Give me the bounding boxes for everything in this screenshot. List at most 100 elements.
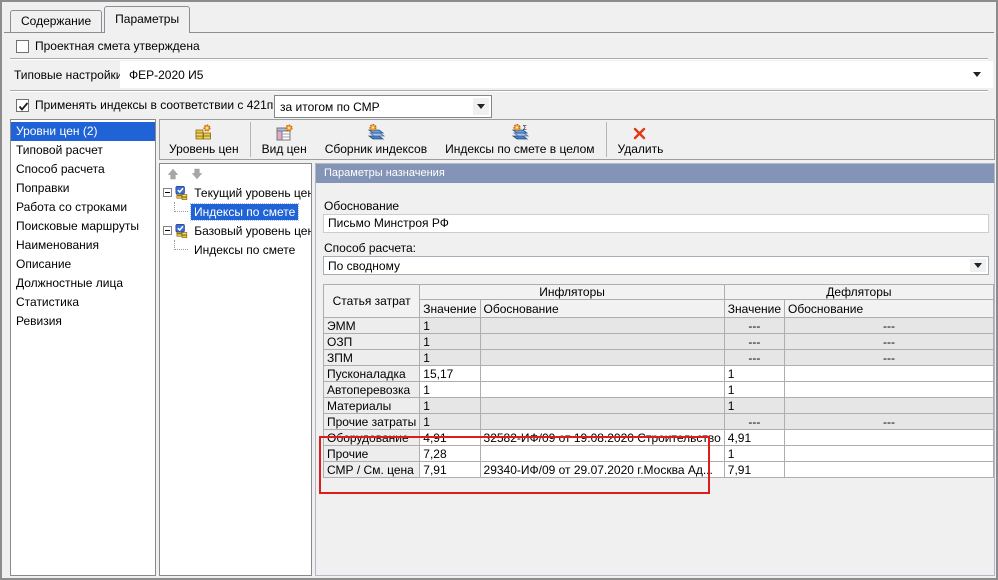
row-value-cell: --- bbox=[785, 350, 994, 366]
row-value-cell bbox=[480, 334, 724, 350]
panel-header: Параметры назначения bbox=[316, 164, 994, 183]
row-value-cell[interactable]: 7,91 bbox=[420, 462, 480, 478]
row-value-cell[interactable]: 7,28 bbox=[420, 446, 480, 462]
toolbar-button-label: Уровень цен bbox=[169, 143, 239, 156]
table-row: ЗПМ1------ bbox=[324, 350, 994, 366]
justification-input[interactable]: Письмо Минстроя РФ bbox=[323, 214, 989, 233]
toolbar-button-label: Сборник индексов bbox=[325, 143, 427, 156]
sidebar-item[interactable]: Поисковые маршруты bbox=[11, 217, 155, 236]
tree-child[interactable]: Индексы по смете bbox=[160, 202, 311, 221]
row-value-cell: --- bbox=[785, 318, 994, 334]
col-group-deflators: Дефляторы bbox=[724, 285, 993, 300]
row-value-cell[interactable] bbox=[480, 382, 724, 398]
row-value-cell[interactable]: 29340-ИФ/09 от 29.07.2020 г.Москва Ад... bbox=[480, 462, 724, 478]
move-up-icon[interactable] bbox=[166, 167, 180, 181]
tree-child-label-selected[interactable]: Индексы по смете bbox=[191, 204, 298, 220]
tree-child[interactable]: Индексы по смете bbox=[160, 240, 311, 259]
row-item-cell: Прочие bbox=[324, 446, 420, 462]
tab-parameters[interactable]: Параметры bbox=[104, 6, 190, 33]
apply-mode-combo[interactable]: за итогом по СМР bbox=[274, 95, 492, 118]
approved-checkbox-label: Проектная смета утверждена bbox=[35, 39, 200, 53]
move-down-icon[interactable] bbox=[190, 167, 204, 181]
toolbar-button-index-total[interactable]: Σ Индексы по смете в целом bbox=[436, 120, 603, 159]
apply-indexes-label: Применять индексы в соответствии с 421пр bbox=[35, 98, 280, 112]
toolbar-button-delete[interactable]: Удалить bbox=[609, 120, 673, 159]
collapse-icon[interactable] bbox=[163, 226, 172, 235]
price-levels-tree: Текущий уровень цен Индексы по смете Баз… bbox=[159, 163, 312, 576]
cost-table-body: ЭММ1------ОЗП1------ЗПМ1------Пусконалад… bbox=[324, 318, 994, 478]
toolbar-separator bbox=[606, 122, 607, 157]
row-value-cell[interactable] bbox=[785, 382, 994, 398]
row-value-cell[interactable]: 32582-ИФ/09 от 19.08.2020 Строительство bbox=[480, 430, 724, 446]
sidebar-item[interactable]: Поправки bbox=[11, 179, 155, 198]
table-row: Автоперевозка11 bbox=[324, 382, 994, 398]
row-value-cell: --- bbox=[724, 414, 784, 430]
col-header-infl-justification: Обоснование bbox=[480, 300, 724, 318]
price-level-icon bbox=[194, 124, 213, 142]
row-value-cell[interactable] bbox=[785, 430, 994, 446]
sidebar-item[interactable]: Ревизия bbox=[11, 312, 155, 331]
calc-method-combo[interactable]: По сводному bbox=[323, 256, 989, 275]
tree-node[interactable]: Текущий уровень цен bbox=[160, 183, 311, 202]
toolbar-button-price-view[interactable]: Вид цен bbox=[253, 120, 316, 159]
chevron-down-icon[interactable] bbox=[973, 72, 981, 77]
row-value-cell: --- bbox=[724, 334, 784, 350]
row-item-cell: Оборудование bbox=[324, 430, 420, 446]
approved-checkbox[interactable] bbox=[16, 40, 29, 53]
price-view-icon bbox=[275, 124, 294, 142]
separator bbox=[10, 90, 988, 92]
tree-child-label[interactable]: Индексы по смете bbox=[191, 242, 298, 258]
price-level-node-icon bbox=[174, 223, 188, 239]
sidebar-item[interactable]: Должностные лица bbox=[11, 274, 155, 293]
justification-label: Обоснование bbox=[324, 199, 399, 213]
row-item-cell: Автоперевозка bbox=[324, 382, 420, 398]
sidebar-item[interactable]: Способ расчета bbox=[11, 160, 155, 179]
sidebar-item[interactable]: Наименования bbox=[11, 236, 155, 255]
row-value-cell: --- bbox=[724, 318, 784, 334]
combo-button[interactable] bbox=[473, 98, 489, 115]
sidebar-item[interactable]: Описание bbox=[11, 255, 155, 274]
sidebar-item[interactable]: Типовой расчет bbox=[11, 141, 155, 160]
tree-node-label[interactable]: Базовый уровень цен bbox=[191, 223, 311, 239]
row-value-cell[interactable] bbox=[480, 366, 724, 382]
row-value-cell[interactable] bbox=[785, 446, 994, 462]
parameters-window: Содержание Параметры Проектная смета утв… bbox=[0, 0, 998, 580]
typical-settings-combo[interactable]: ФЕР-2020 И5 bbox=[120, 61, 993, 88]
row-value-cell[interactable]: 4,91 bbox=[724, 430, 784, 446]
tree-node[interactable]: Базовый уровень цен bbox=[160, 221, 311, 240]
row-value-cell[interactable]: 1 bbox=[724, 382, 784, 398]
combo-button[interactable] bbox=[970, 259, 986, 272]
row-value-cell[interactable]: 1 bbox=[420, 382, 480, 398]
sidebar-item[interactable]: Уровни цен (2) bbox=[11, 122, 155, 141]
row-item-cell: Материалы bbox=[324, 398, 420, 414]
toolbar-button-price-level[interactable]: Уровень цен bbox=[160, 120, 248, 159]
tab-contents[interactable]: Содержание bbox=[10, 10, 102, 32]
row-value-cell[interactable]: 4,91 bbox=[420, 430, 480, 446]
sidebar-item[interactable]: Статистика bbox=[11, 293, 155, 312]
row-value-cell[interactable]: 7,91 bbox=[724, 462, 784, 478]
row-value-cell[interactable] bbox=[480, 446, 724, 462]
tree-node-label[interactable]: Текущий уровень цен bbox=[191, 185, 311, 201]
col-group-inflators: Инфляторы bbox=[420, 285, 725, 300]
sidebar-list: Уровни цен (2)Типовой расчетСпособ расче… bbox=[10, 119, 156, 576]
col-header-defl-value: Значение bbox=[724, 300, 784, 318]
toolbar-button-label: Удалить bbox=[618, 143, 664, 156]
table-row: Пусконаладка15,171 bbox=[324, 366, 994, 382]
table-row: Прочие затраты1------ bbox=[324, 414, 994, 430]
row-value-cell[interactable] bbox=[785, 462, 994, 478]
apply-indexes-checkbox[interactable] bbox=[16, 99, 29, 112]
collapse-icon[interactable] bbox=[163, 188, 172, 197]
toolbar-button-index-book[interactable]: Сборник индексов bbox=[316, 120, 436, 159]
row-item-cell: Прочие затраты bbox=[324, 414, 420, 430]
row-value-cell bbox=[480, 350, 724, 366]
row-value-cell[interactable]: 1 bbox=[724, 366, 784, 382]
price-level-node-icon bbox=[174, 185, 188, 201]
row-value-cell[interactable]: 1 bbox=[724, 446, 784, 462]
assignment-parameters-panel: Параметры назначения Обоснование Письмо … bbox=[315, 163, 995, 576]
sidebar-item[interactable]: Работа со строками bbox=[11, 198, 155, 217]
row-value-cell: 1 bbox=[420, 414, 480, 430]
row-value-cell: 1 bbox=[420, 350, 480, 366]
row-value-cell[interactable]: 15,17 bbox=[420, 366, 480, 382]
row-value-cell[interactable] bbox=[785, 366, 994, 382]
row-value-cell bbox=[480, 318, 724, 334]
